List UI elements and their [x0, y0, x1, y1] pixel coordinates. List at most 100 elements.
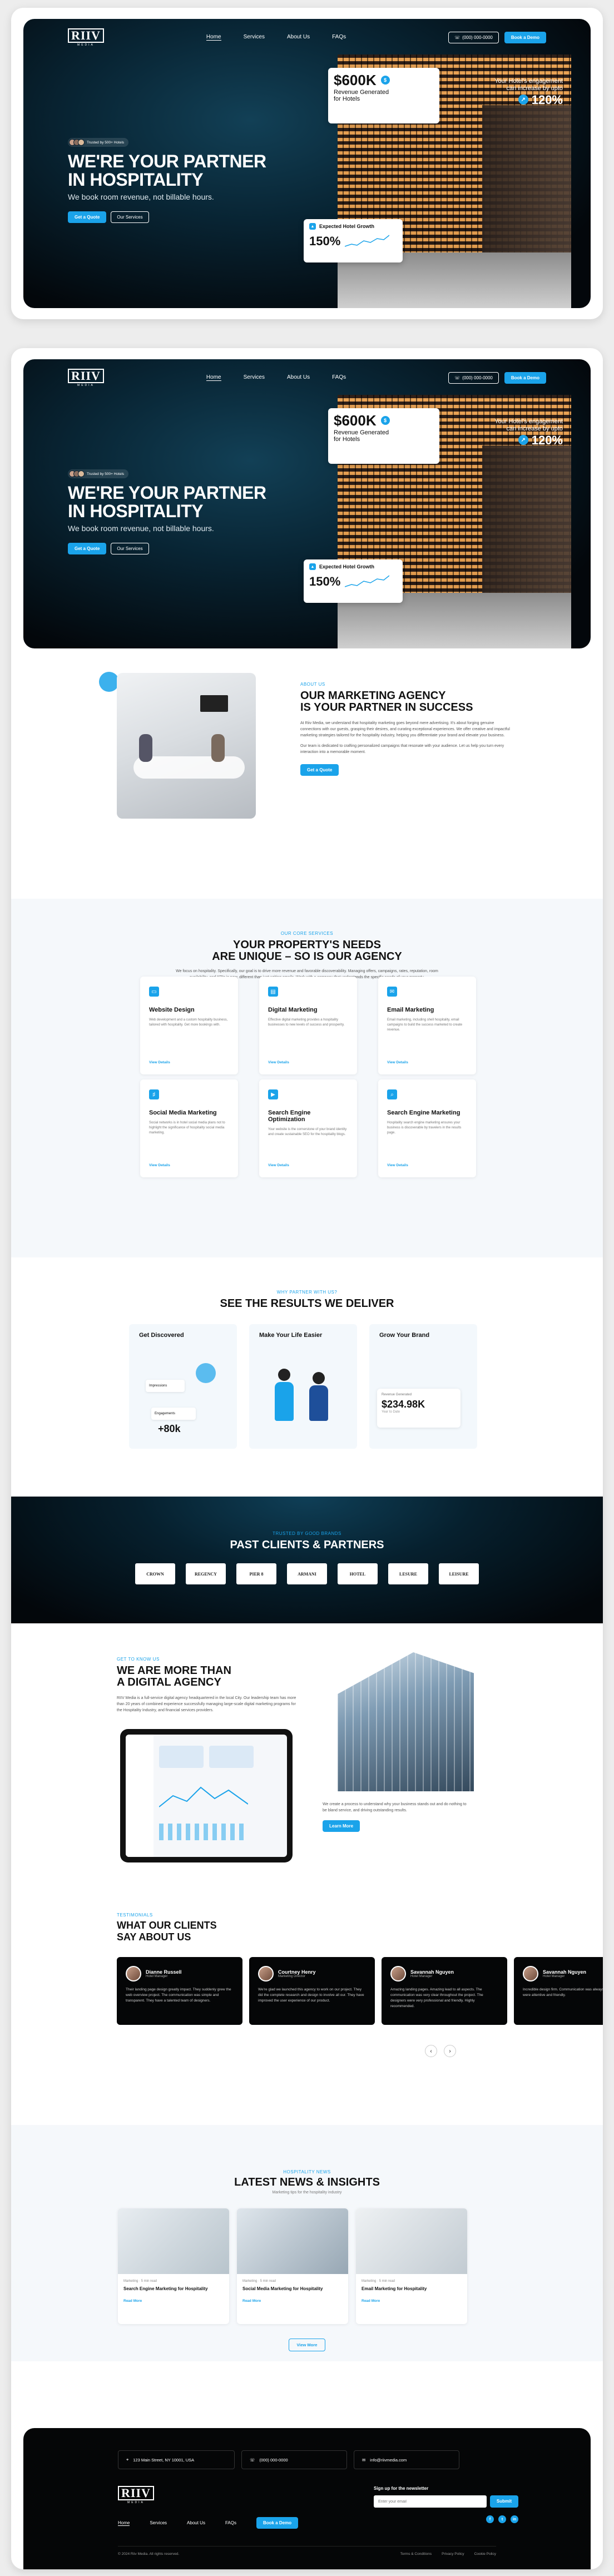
facebook-icon[interactable]: f	[486, 2515, 494, 2523]
view-details-link[interactable]: View Details	[149, 1061, 170, 1064]
location-icon: ⌖	[126, 2457, 129, 2462]
newsletter-title: Sign up for the newsletter	[374, 2486, 429, 2491]
book-demo-button[interactable]: Book a Demo	[504, 31, 546, 43]
view-details-link[interactable]: View Details	[268, 1163, 289, 1167]
view-details-link[interactable]: View Details	[387, 1061, 408, 1064]
footer-link-home[interactable]: Home	[118, 2520, 130, 2526]
book-demo-button[interactable]: Book a Demo	[504, 371, 546, 384]
cookie-link[interactable]: Cookie Policy	[474, 2552, 496, 2556]
footer-demo-button[interactable]: Book a Demo	[256, 2517, 299, 2529]
nav-link-services[interactable]: Services	[244, 374, 265, 381]
service-card-email[interactable]: ✉ Email Marketing Email marketing, includi…	[378, 977, 476, 1074]
service-card-social[interactable]: ♯ Social Media Marketing Social networks i…	[140, 1079, 238, 1177]
email-pill[interactable]: ✉ info@riivmedia.com	[354, 2450, 459, 2469]
discover-icon	[196, 1363, 216, 1383]
view-details-link[interactable]: View Details	[149, 1163, 170, 1167]
phone-button[interactable]: ☏ (000) 000-0000	[448, 31, 499, 43]
more-paragraph-2: We create a process to understand why yo…	[323, 1802, 467, 1812]
about-more-section: GET TO KNOW US WE ARE MORE THAN A DIGITAL…	[11, 1623, 603, 1913]
trend-icon: ↗	[518, 435, 528, 445]
growth-sparkline	[345, 575, 390, 587]
read-more-link[interactable]: Read More	[242, 2299, 343, 2303]
view-details-link[interactable]: View Details	[387, 1163, 408, 1167]
prev-arrow-icon[interactable]: ‹	[425, 2045, 437, 2057]
news-image	[118, 2208, 229, 2274]
result-card-easier: Make Your Life Easier	[249, 1324, 357, 1449]
our-services-button[interactable]: Our Services	[111, 543, 149, 554]
office-building-image	[338, 1652, 474, 1791]
about-eyebrow: ABOUT US	[300, 682, 325, 687]
nav-link-faqs[interactable]: FAQs	[332, 374, 346, 381]
learn-more-button[interactable]: Learn More	[323, 1820, 360, 1832]
phone-icon: ☏	[454, 34, 460, 40]
client-logo: REGENCY	[186, 1563, 226, 1584]
footer-logo[interactable]: RIIV MEDIA	[118, 2486, 154, 2504]
about-paragraph-2: Our team is dedicated to crafting person…	[300, 744, 504, 754]
our-services-button[interactable]: Our Services	[111, 211, 149, 223]
news-card[interactable]: Marketing · 5 min read Email Marketing fo…	[356, 2208, 467, 2324]
service-card-website[interactable]: ▭ Website Design Web development and a cus…	[140, 977, 238, 1074]
services-section: OUR CORE SERVICES YOUR PROPERTY'S NEEDS A…	[11, 899, 603, 1257]
email-icon: ✉	[387, 987, 397, 997]
news-eyebrow: HOSPITALITY NEWS	[283, 2169, 331, 2174]
terms-link[interactable]: Terms & Conditions	[400, 2552, 432, 2556]
get-quote-button[interactable]: Get a Quote	[68, 211, 107, 223]
more-paragraph: RIIV Media is a full-service digital age…	[117, 1696, 296, 1712]
testimonial-card: Courtney Henry Marketing Director We're g…	[249, 1957, 375, 2025]
client-logo: ARMANI	[287, 1563, 327, 1584]
dashboard-tablet-image	[120, 1729, 293, 1862]
engagement-stat: Your Hotel's engagement can increase by u…	[494, 418, 563, 447]
hero-subtitle: We book room revenue, not billable hours…	[68, 192, 214, 201]
nav-link-about[interactable]: About Us	[287, 374, 310, 381]
news-card[interactable]: Marketing · 5 min read Social Media Marke…	[237, 2208, 348, 2324]
avatar	[390, 1966, 406, 1981]
nav-link-services[interactable]: Services	[244, 34, 265, 41]
read-more-link[interactable]: Read More	[123, 2299, 224, 2303]
dollar-icon: $	[380, 76, 390, 85]
website-icon: ▭	[149, 987, 159, 997]
footer-link-about[interactable]: About Us	[187, 2520, 205, 2525]
clients-title: PAST CLIENTS & PARTNERS	[230, 1539, 384, 1551]
news-title: LATEST NEWS & INSIGHTS	[234, 2176, 380, 2188]
nav-link-home[interactable]: Home	[206, 34, 221, 41]
nav-link-faqs[interactable]: FAQs	[332, 34, 346, 41]
service-card-digital[interactable]: ▤ Digital Marketing Effective digital mark…	[259, 977, 357, 1074]
news-card[interactable]: Marketing · 5 min read Search Engine Mark…	[118, 2208, 229, 2324]
client-logos: CROWN REGENCY PIER 8 ARMANI HOTEL LESURE…	[11, 1563, 603, 1584]
avatar	[126, 1966, 141, 1981]
twitter-icon[interactable]: t	[498, 2515, 506, 2523]
linkedin-icon[interactable]: in	[511, 2515, 518, 2523]
nav-link-home[interactable]: Home	[206, 374, 221, 381]
hero-title: WE'RE YOUR PARTNER IN HOSPITALITY	[68, 483, 266, 521]
about-quote-button[interactable]: Get a Quote	[300, 764, 339, 776]
engagement-stat: Your Hotel's engagement can increase by u…	[494, 78, 563, 107]
phone-button[interactable]: ☏ (000) 000-0000	[448, 371, 499, 384]
brand-logo[interactable]: RIIV MEDIA	[68, 28, 104, 47]
footer-link-services[interactable]: Services	[150, 2520, 167, 2525]
video-icon: ▶	[268, 1089, 278, 1099]
hero-subtitle: We book room revenue, not billable hours…	[68, 524, 214, 533]
view-more-button[interactable]: View More	[288, 2339, 326, 2351]
full-page-card: RIIV MEDIA Home Services About Us FAQs ☏(…	[11, 348, 603, 2569]
phone-pill[interactable]: ☏ (000) 000-0000	[241, 2450, 347, 2469]
client-logo: HOTEL	[338, 1563, 378, 1584]
hero-preview: RIIV MEDIA Home Services About Us FAQs ☏(…	[23, 19, 591, 308]
privacy-link[interactable]: Privacy Policy	[442, 2552, 464, 2556]
revenue-stat-card: $600K $ Revenue Generated for Hotels	[328, 68, 439, 123]
service-card-sem[interactable]: ⌕ Search Engine Marketing Hospitality sear…	[378, 1079, 476, 1177]
read-more-link[interactable]: Read More	[362, 2299, 462, 2303]
footer-link-faqs[interactable]: FAQs	[225, 2520, 236, 2525]
news-section: HOSPITALITY NEWS LATEST NEWS & INSIGHTS …	[11, 2125, 603, 2361]
subscribe-button[interactable]: Submit	[489, 2495, 518, 2508]
service-card-seo[interactable]: ▶ Search Engine Optimization Your website …	[259, 1079, 357, 1177]
more-title: WE ARE MORE THAN A DIGITAL AGENCY	[117, 1665, 231, 1688]
view-details-link[interactable]: View Details	[268, 1061, 289, 1064]
trend-icon: ↗	[518, 95, 528, 105]
get-quote-button[interactable]: Get a Quote	[68, 543, 107, 554]
newsletter-email-input[interactable]	[374, 2495, 487, 2508]
news-image	[237, 2208, 348, 2274]
nav-link-about[interactable]: About Us	[287, 34, 310, 41]
social-icon: ♯	[149, 1089, 159, 1099]
brand-logo[interactable]: RIIV MEDIA	[68, 368, 104, 387]
next-arrow-icon[interactable]: ›	[444, 2045, 456, 2057]
